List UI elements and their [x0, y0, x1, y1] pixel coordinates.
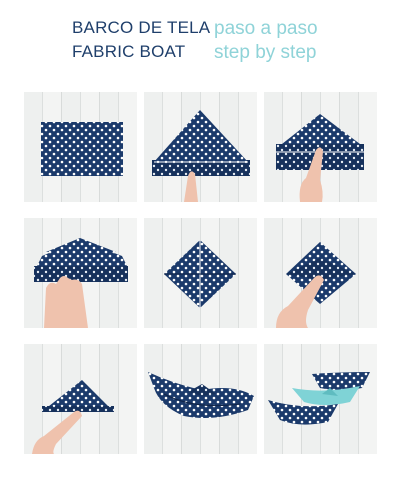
subtitle-english: step by step — [214, 42, 317, 63]
step-1-flat-fabric — [24, 92, 137, 202]
title-english: FABRIC BOAT — [72, 42, 186, 61]
subtitle-spanish: paso a paso — [214, 18, 318, 39]
title-row-1: BARCO DE TELA paso a paso — [0, 18, 400, 42]
step-8-finished-boat — [144, 344, 257, 454]
step-3-fold-flaps — [264, 92, 377, 202]
step-2-fold-triangle — [144, 92, 257, 202]
step-6-fold-diamond — [264, 218, 377, 328]
step-9-boats-group — [264, 344, 377, 454]
step-5-square-diamond — [144, 218, 257, 328]
step-7-small-triangle — [24, 344, 137, 454]
title-row-2: FABRIC BOAT step by step — [0, 42, 400, 66]
step-4-hat-shape — [24, 218, 137, 328]
title-spanish: BARCO DE TELA — [72, 18, 211, 37]
